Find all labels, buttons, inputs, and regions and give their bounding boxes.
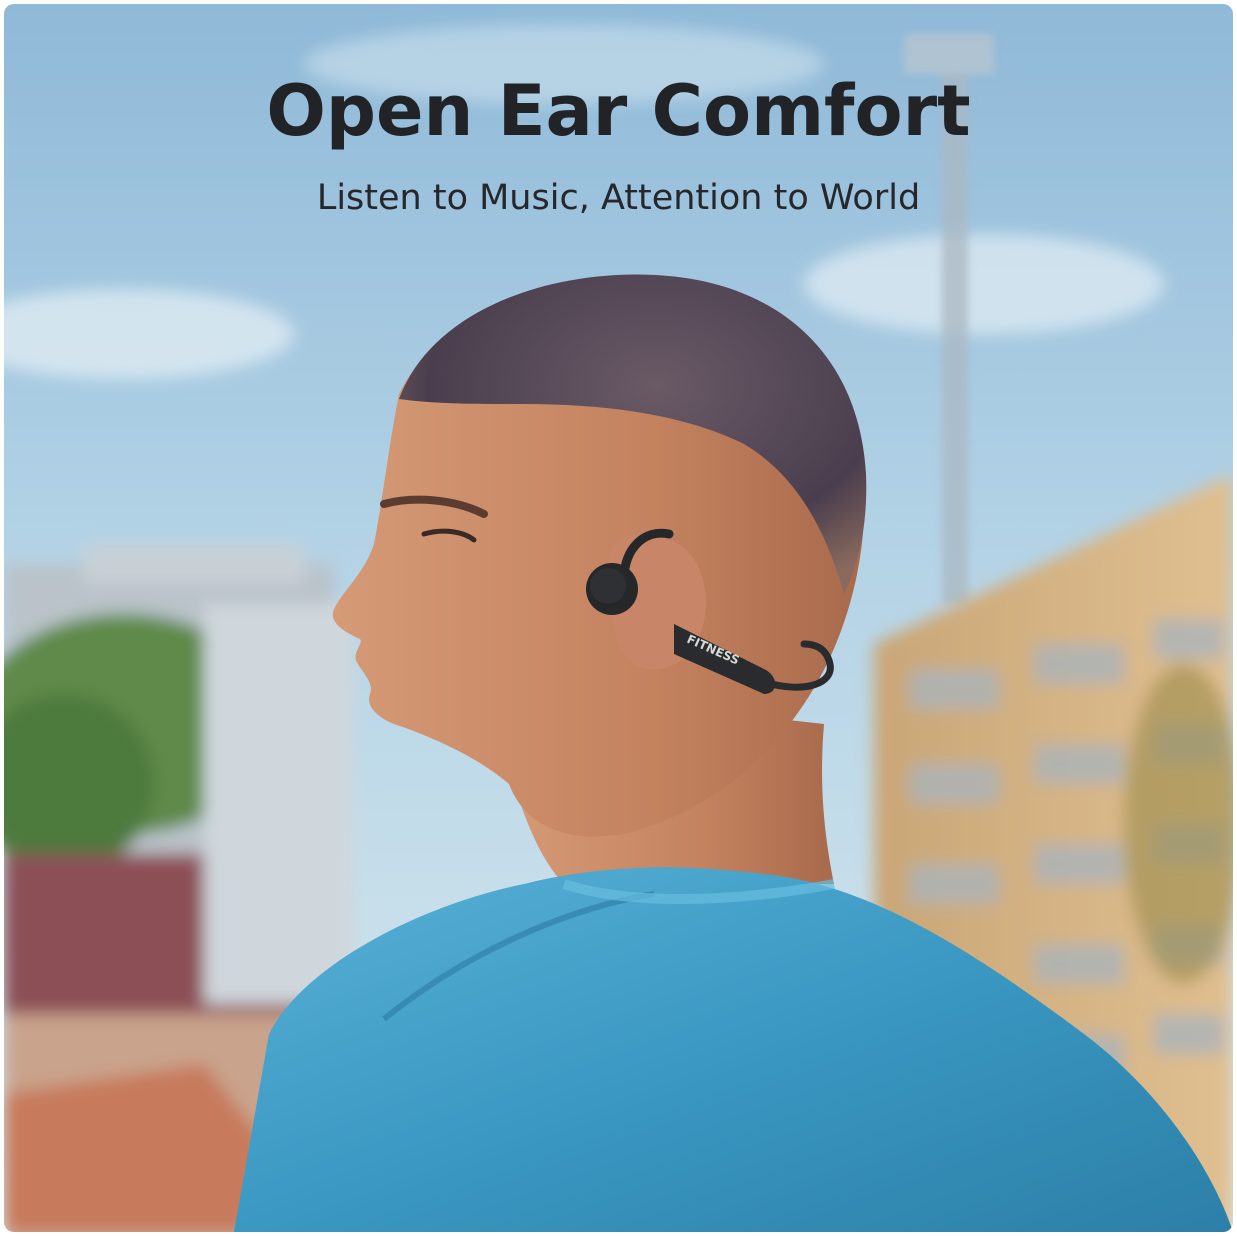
headline: Open Ear Comfort [266,70,971,152]
product-banner: FITNESS Open Ear Comfort Listen to Music… [4,4,1233,1232]
subheadline: Listen to Music, Attention to World [316,178,921,218]
